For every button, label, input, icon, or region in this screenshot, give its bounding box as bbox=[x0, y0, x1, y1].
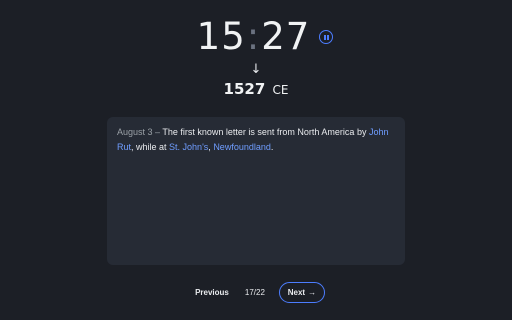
clock-separator: : bbox=[246, 15, 261, 58]
clock-row: 15:27 bbox=[0, 14, 512, 60]
arrow-down-icon: ↓ bbox=[250, 62, 262, 77]
pause-icon-bar-right bbox=[327, 34, 329, 40]
event-text-part-4: . bbox=[270, 142, 274, 152]
clock-minutes: 27 bbox=[261, 15, 311, 58]
previous-button[interactable]: Previous bbox=[195, 288, 229, 297]
clock-hours: 15 bbox=[196, 15, 246, 58]
year-era: CE bbox=[272, 83, 289, 97]
pause-icon-bar-left bbox=[324, 34, 326, 40]
event-card: August 3 – The first known letter is sen… bbox=[107, 117, 405, 265]
next-button[interactable]: Next → bbox=[278, 282, 325, 303]
arrow-right-icon: → bbox=[308, 288, 317, 297]
link-st-johns[interactable]: St. John's bbox=[169, 142, 208, 152]
pause-button[interactable] bbox=[319, 30, 334, 44]
pagination: Previous 17/22 Next → bbox=[0, 282, 512, 303]
event-text-part-2: , while at bbox=[131, 142, 170, 152]
next-button-label: Next bbox=[287, 288, 306, 297]
event-text-part-1: The first known letter is sent from Nort… bbox=[162, 127, 369, 137]
event-dash: – bbox=[152, 127, 163, 137]
clock-display: 15:27 bbox=[197, 14, 311, 60]
event-date: August 3 bbox=[117, 127, 153, 137]
time-year-page: 15:27 ↓ 1527 CE August 3 – The first kno… bbox=[0, 0, 512, 320]
year-value: 1527 bbox=[223, 80, 266, 98]
page-counter: 17/22 bbox=[244, 288, 265, 297]
link-newfoundland[interactable]: Newfoundland bbox=[213, 142, 271, 152]
year-display: 1527 CE bbox=[0, 80, 512, 98]
